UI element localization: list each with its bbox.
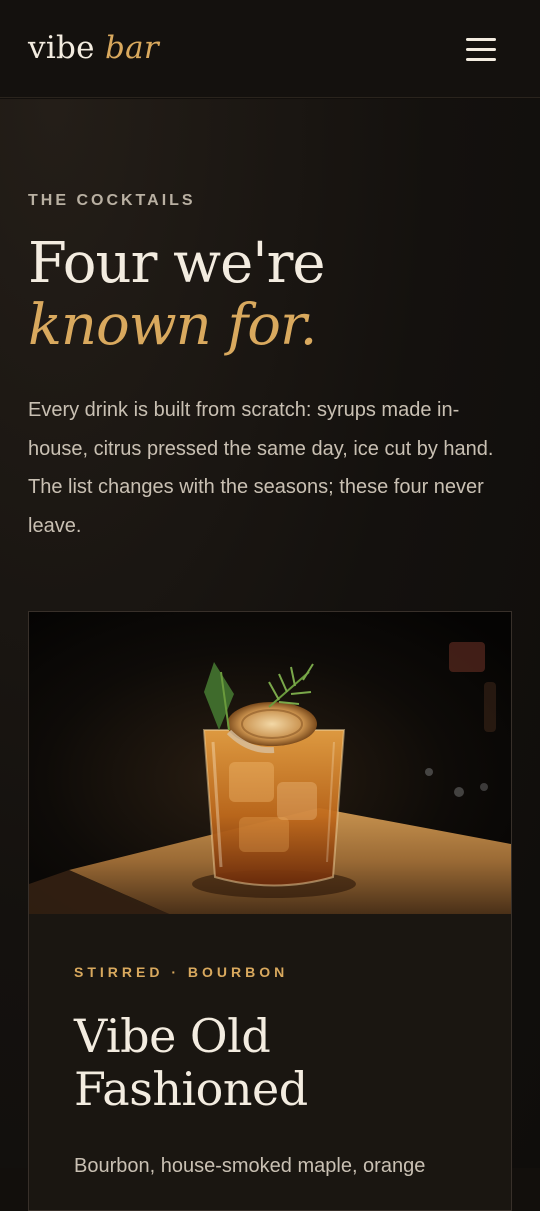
hamburger-menu-icon-line: [466, 48, 496, 51]
section-eyebrow: THE COCKTAILS: [28, 192, 196, 209]
headline-accent: known for.: [28, 293, 317, 358]
card-category: STIRRED · BOURBON: [74, 964, 289, 980]
menu-button[interactable]: [462, 34, 502, 66]
card-body: STIRRED · BOURBON Vibe Old Fashioned Bou…: [29, 914, 511, 1210]
headline-main: Four we're: [28, 231, 326, 296]
section-headline: Four we're known for.: [28, 233, 518, 357]
cocktail-illustration: [29, 612, 511, 914]
hamburger-menu-icon-line: [466, 58, 496, 61]
cocktail-photo: [29, 612, 511, 914]
card-description: Bourbon, house-smoked maple, orange: [74, 1155, 426, 1177]
hamburger-menu-icon: [466, 38, 496, 41]
logo[interactable]: vibe bar: [28, 28, 159, 68]
site-header: vibe bar: [0, 0, 540, 98]
cocktails-section: THE COCKTAILS Four we're known for. Ever…: [0, 99, 540, 1211]
card-title: Vibe Old Fashioned: [74, 1009, 308, 1116]
logo-accent: bar: [104, 30, 160, 66]
cocktail-card[interactable]: STIRRED · BOURBON Vibe Old Fashioned Bou…: [28, 611, 512, 1211]
section-intro: Every drink is built from scratch: syrup…: [28, 399, 494, 537]
logo-main: vibe: [28, 30, 95, 66]
